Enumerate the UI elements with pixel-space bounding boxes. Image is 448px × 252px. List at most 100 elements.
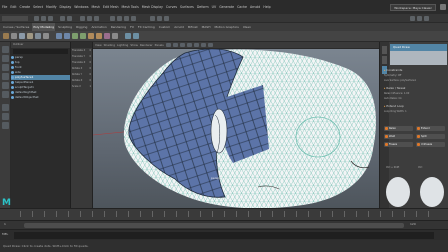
command-input[interactable] (14, 232, 434, 239)
menu-select[interactable]: Select (33, 5, 43, 9)
toggle-tool-settings-icon[interactable] (417, 16, 422, 21)
poly-cylinder-icon[interactable] (19, 33, 25, 39)
shelf-tab-fx[interactable]: FX (129, 23, 135, 31)
grid-toggle-icon[interactable] (172, 43, 178, 47)
select-component-icon[interactable] (94, 16, 99, 21)
panel-menu-panels[interactable]: Panels (155, 43, 164, 47)
snap-surface-icon[interactable] (131, 16, 136, 21)
range-start[interactable]: 1 (4, 222, 6, 226)
isolate-select-icon[interactable] (207, 43, 213, 47)
weld-button[interactable]: Weld (384, 134, 413, 139)
panel-menu-shading[interactable]: Shading (104, 43, 115, 47)
xray-icon[interactable] (200, 43, 206, 47)
menu-windows[interactable]: Windows (74, 5, 88, 9)
menu-mesh-display[interactable]: Mesh Display (142, 5, 163, 9)
save-scene-icon[interactable] (48, 16, 53, 21)
textured-icon[interactable] (193, 43, 199, 47)
scale-tool-icon[interactable] (2, 91, 9, 98)
workspace-selector[interactable]: Workspace: Maya Classic (390, 3, 436, 11)
menu-create[interactable]: Create (20, 5, 31, 9)
poly-cone-icon[interactable] (27, 33, 33, 39)
menu-file[interactable]: File (2, 5, 7, 9)
menu-curves[interactable]: Curves (166, 5, 177, 9)
section-relax[interactable]: ▸Relax / Tweak (382, 86, 447, 91)
open-scene-icon[interactable] (41, 16, 46, 21)
panel-menu-view[interactable]: View (95, 43, 102, 47)
panel-menu-renderer[interactable]: Renderer (140, 43, 153, 47)
panel-menu-lighting[interactable]: Lighting (117, 43, 128, 47)
shelf-tab-xgen[interactable]: XGen (242, 23, 252, 31)
shelf-tab-sculpting[interactable]: Sculpting (57, 23, 73, 31)
shelf-tab-rigging[interactable]: Rigging (75, 23, 88, 31)
menu-edit[interactable]: Edit (10, 5, 16, 9)
smooth-icon[interactable] (125, 33, 131, 39)
new-scene-icon[interactable] (34, 16, 39, 21)
menu-help[interactable]: Help (263, 5, 270, 9)
shelf-tab-arnold[interactable]: Arnold (173, 23, 185, 31)
shelf-tab-motion-graphics[interactable]: Motion Graphics (213, 23, 239, 31)
lasso-tool-icon[interactable] (2, 55, 9, 62)
ipr-render-icon[interactable] (157, 16, 162, 21)
menu-edit-mesh[interactable]: Edit Mesh (103, 5, 119, 9)
combine-icon[interactable] (56, 33, 62, 39)
section-constraints[interactable]: ▸Constraints (382, 68, 447, 73)
select-hierarchy-icon[interactable] (80, 16, 85, 21)
menu-uv[interactable]: UV (212, 5, 217, 9)
menu-set-dropdown[interactable] (2, 16, 28, 21)
multi-cut-icon[interactable] (96, 33, 102, 39)
channel-row[interactable]: Scale X1 (71, 84, 92, 90)
menu-display[interactable]: Display (60, 5, 72, 9)
outliner-row[interactable]: defaultObjectSet (11, 95, 70, 100)
select-object-icon[interactable] (87, 16, 92, 21)
bridge-icon[interactable] (80, 33, 86, 39)
side-tab-channel-box[interactable] (382, 56, 387, 64)
range-slider[interactable]: 1 120 (0, 220, 448, 229)
bevel-icon[interactable] (88, 33, 94, 39)
quad-draw-icon[interactable] (104, 33, 110, 39)
mirror-icon[interactable] (133, 33, 139, 39)
split-button[interactable]: Split (416, 134, 445, 139)
poly-sphere-icon[interactable] (3, 33, 9, 39)
mel-label[interactable]: MEL (2, 232, 8, 236)
render-icon[interactable] (150, 16, 155, 21)
setting-line[interactable]: Loop Ring Width: 1 (384, 110, 407, 114)
extrude-icon[interactable] (72, 33, 78, 39)
setting-line[interactable]: Auto Relax: On (384, 97, 402, 101)
outliner-layout-icon[interactable] (2, 122, 9, 129)
render-settings-icon[interactable] (164, 16, 169, 21)
side-tab-attribute-editor[interactable] (382, 46, 387, 54)
snap-curve-icon[interactable] (117, 16, 122, 21)
separate-icon[interactable] (64, 33, 70, 39)
viewport-3d[interactable]: persp (93, 49, 379, 208)
menu-generate[interactable]: Generate (219, 5, 234, 9)
toggle-channel-box-icon[interactable] (424, 16, 429, 21)
setting-line[interactable]: Symmetry: Off (384, 74, 401, 78)
section-extend-loop[interactable]: ▸Extend Loop (382, 104, 447, 109)
poly-torus-icon[interactable] (35, 33, 41, 39)
poly-cube-icon[interactable] (11, 33, 17, 39)
snap-grid-icon[interactable] (110, 16, 115, 21)
shelf-tab-mash[interactable]: MASH (201, 23, 212, 31)
panel-menu-show[interactable]: Show (130, 43, 138, 47)
snap-point-icon[interactable] (124, 16, 129, 21)
range-end[interactable]: 120 (410, 222, 416, 226)
target-weld-icon[interactable] (112, 33, 118, 39)
shelf-tab-bifrost[interactable]: Bifrost (187, 23, 199, 31)
rotate-tool-icon[interactable] (2, 82, 9, 89)
shelf-tab-rendering[interactable]: Rendering (110, 23, 127, 31)
user-account-icon[interactable] (440, 4, 446, 10)
freeze-button[interactable]: Freeze (384, 142, 413, 147)
camera-attributes-icon[interactable] (165, 43, 171, 47)
extend-button[interactable]: Extend (416, 126, 445, 131)
menu-surfaces[interactable]: Surfaces (180, 5, 194, 9)
wireframe-icon[interactable] (179, 43, 185, 47)
paint-select-icon[interactable] (2, 64, 9, 71)
shelf-tab-curves[interactable]: Curves / Surfaces (2, 23, 30, 31)
outliner-search-field[interactable] (13, 49, 68, 54)
time-slider[interactable] (0, 208, 448, 220)
menu-modify[interactable]: Modify (46, 5, 57, 9)
setting-line[interactable]: Relax Influence: 1.00 (384, 92, 409, 96)
range-handle[interactable] (24, 223, 404, 228)
select-tool-icon[interactable] (2, 46, 9, 53)
shelf-tab-animation[interactable]: Animation (90, 23, 107, 31)
